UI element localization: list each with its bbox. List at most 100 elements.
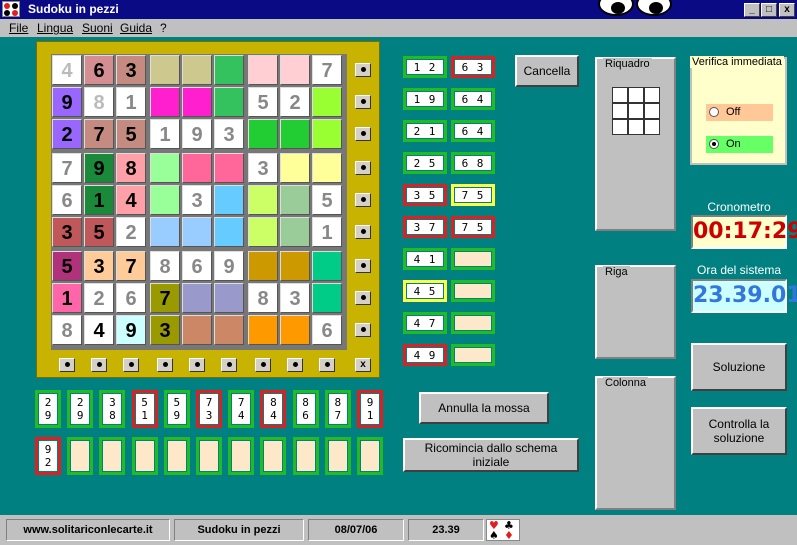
move-tile-3-2[interactable]: 6 4 [451,120,495,142]
bottom-row-piece-7[interactable] [228,437,255,475]
sudoku-cell-r3-c7[interactable] [248,119,278,149]
move-tile-9-2[interactable] [451,312,495,334]
row-select-button-1[interactable] [355,63,371,77]
cancella-button[interactable]: Cancella [515,55,579,87]
sudoku-cell-r4-c5[interactable] [182,153,212,183]
move-tile-1-1[interactable]: 1 2 [403,56,447,78]
move-tile-7-2[interactable] [451,248,495,270]
close-window-button[interactable]: x [779,3,795,17]
move-tile-6-2[interactable]: 7 5 [451,216,495,238]
bottom-row-piece-1[interactable]: 92 [35,437,61,475]
sudoku-cell-r7-c3[interactable]: 7 [116,251,146,281]
row-select-button-2[interactable] [355,95,371,109]
column-select-button-7[interactable] [255,358,271,372]
sudoku-cell-r9-c4[interactable]: 3 [150,315,180,345]
sudoku-cell-r9-c9[interactable]: 6 [312,315,342,345]
top-row-piece-5[interactable]: 59 [163,390,190,428]
top-row-piece-3[interactable]: 38 [99,390,126,428]
sudoku-cell-r3-c5[interactable]: 9 [182,119,212,149]
sudoku-cell-r9-c1[interactable]: 8 [52,315,82,345]
sudoku-cell-r9-c2[interactable]: 4 [84,315,114,345]
bottom-row-piece-10[interactable] [324,437,351,475]
move-tile-6-1[interactable]: 3 7 [403,216,447,238]
menu-suoni[interactable]: Suoni [82,21,113,35]
bottom-row-piece-4[interactable] [131,437,158,475]
bottom-row-piece-9[interactable] [292,437,319,475]
on-radio[interactable] [709,139,719,149]
menu-guida[interactable]: Guida [120,21,152,35]
sudoku-cell-r3-c1[interactable]: 2 [52,119,82,149]
sudoku-cell-r2-c5[interactable] [182,87,212,117]
sudoku-cell-r1-c8[interactable] [280,55,310,85]
move-tile-5-2[interactable]: 7 5 [451,184,495,206]
move-tile-9-1[interactable]: 4 7 [403,312,447,334]
sudoku-cell-r5-c8[interactable] [280,185,310,215]
row-select-button-9[interactable] [355,323,371,337]
column-select-button-8[interactable] [287,358,303,372]
soluzione-button[interactable]: Soluzione [691,343,787,391]
sudoku-cell-r4-c9[interactable] [312,153,342,183]
move-tile-5-1[interactable]: 3 5 [403,184,447,206]
sudoku-cell-r9-c8[interactable] [280,315,310,345]
minimize-button[interactable]: _ [744,3,760,17]
bottom-row-piece-5[interactable] [163,437,190,475]
sudoku-cell-r8-c2[interactable]: 2 [84,283,114,313]
verifica-off-option[interactable]: Off [706,104,773,121]
sudoku-cell-r8-c9[interactable] [312,283,342,313]
ricomincia-button[interactable]: Ricomincia dallo schema iniziale [403,438,579,472]
menu-help[interactable]: ? [160,21,167,35]
off-radio[interactable] [709,107,719,117]
sudoku-cell-r6-c7[interactable] [248,217,278,247]
verifica-on-option[interactable]: On [706,136,773,153]
sudoku-cell-r3-c6[interactable]: 3 [214,119,244,149]
move-tile-3-1[interactable]: 2 1 [403,120,447,142]
row-select-button-8[interactable] [355,291,371,305]
column-select-button-9[interactable] [319,358,335,372]
sudoku-cell-r2-c1[interactable]: 9 [52,87,82,117]
sudoku-cell-r9-c7[interactable] [248,315,278,345]
sudoku-cell-r8-c7[interactable]: 8 [248,283,278,313]
move-tile-8-2[interactable] [451,280,495,302]
sudoku-cell-r8-c5[interactable] [182,283,212,313]
sudoku-cell-r7-c2[interactable]: 3 [84,251,114,281]
column-select-button-4[interactable] [157,358,173,372]
sudoku-cell-r2-c9[interactable] [312,87,342,117]
sudoku-cell-r4-c3[interactable]: 8 [116,153,146,183]
sudoku-cell-r1-c5[interactable] [182,55,212,85]
sudoku-cell-r4-c6[interactable] [214,153,244,183]
sudoku-cell-r7-c6[interactable]: 9 [214,251,244,281]
sudoku-cell-r6-c3[interactable]: 2 [116,217,146,247]
sudoku-cell-r6-c1[interactable]: 3 [52,217,82,247]
sudoku-cell-r2-c8[interactable]: 2 [280,87,310,117]
sudoku-cell-r6-c6[interactable] [214,217,244,247]
sudoku-cell-r4-c4[interactable] [150,153,180,183]
sudoku-cell-r6-c4[interactable] [150,217,180,247]
top-row-piece-11[interactable]: 91 [357,390,383,428]
sudoku-cell-r8-c8[interactable]: 3 [280,283,310,313]
row-select-button-3[interactable] [355,127,371,141]
sudoku-cell-r8-c3[interactable]: 6 [116,283,146,313]
move-tile-1-2[interactable]: 6 3 [451,56,495,78]
maximize-button[interactable]: □ [761,3,777,17]
sudoku-cell-r8-c6[interactable] [214,283,244,313]
sudoku-cell-r4-c1[interactable]: 7 [52,153,82,183]
sudoku-cell-r1-c3[interactable]: 3 [116,55,146,85]
row-select-button-4[interactable] [355,161,371,175]
sudoku-cell-r4-c2[interactable]: 9 [84,153,114,183]
top-row-piece-10[interactable]: 87 [324,390,351,428]
sudoku-cell-r1-c1[interactable]: 4 [52,55,82,85]
move-tile-7-1[interactable]: 4 1 [403,248,447,270]
menu-file[interactable]: File [9,21,28,35]
sudoku-cell-r5-c9[interactable]: 5 [312,185,342,215]
sudoku-cell-r9-c6[interactable] [214,315,244,345]
sudoku-cell-r4-c7[interactable]: 3 [248,153,278,183]
sudoku-cell-r6-c8[interactable] [280,217,310,247]
top-row-piece-1[interactable]: 29 [35,390,61,428]
bottom-row-piece-3[interactable] [99,437,126,475]
sudoku-cell-r2-c7[interactable]: 5 [248,87,278,117]
move-tile-8-1[interactable]: 4 5 [403,280,447,302]
sudoku-cell-r8-c1[interactable]: 1 [52,283,82,313]
top-row-piece-2[interactable]: 29 [67,390,94,428]
sudoku-cell-r3-c4[interactable]: 1 [150,119,180,149]
sudoku-cell-r5-c5[interactable]: 3 [182,185,212,215]
